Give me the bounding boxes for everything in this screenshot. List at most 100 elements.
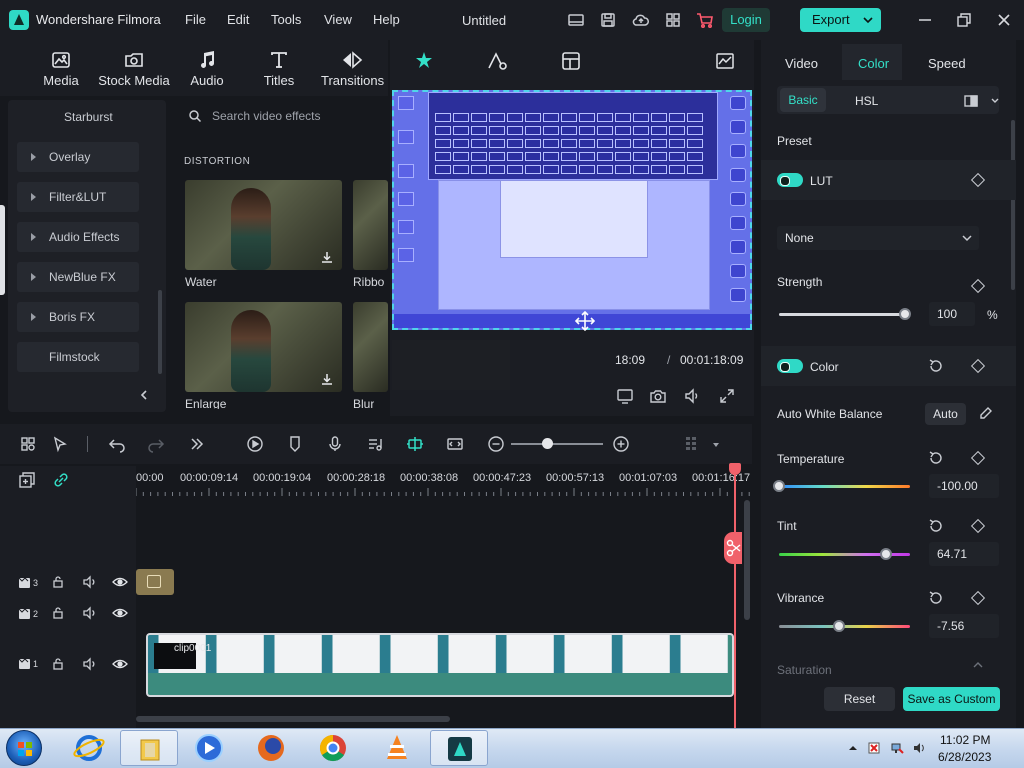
reset-button[interactable]: Reset — [824, 687, 895, 711]
tab-color[interactable]: Color — [858, 56, 889, 71]
clock-time[interactable]: 11:02 PM — [940, 733, 990, 747]
temperature-slider-track[interactable] — [779, 485, 910, 488]
more-tools-icon[interactable] — [187, 434, 207, 454]
zoom-out-icon[interactable] — [486, 434, 506, 454]
render-preview-icon[interactable] — [245, 434, 265, 454]
eye-icon[interactable] — [112, 657, 128, 671]
subtab-basic[interactable]: Basic — [780, 88, 826, 112]
templates-tab-icon[interactable] — [560, 50, 582, 72]
timeline-vertical-scrollbar[interactable] — [744, 500, 750, 620]
menu-file[interactable]: File — [185, 12, 206, 27]
close-icon[interactable] — [994, 10, 1014, 30]
tab-titles[interactable]: Titles — [259, 50, 299, 88]
tab-audio[interactable]: Audio — [186, 50, 228, 88]
select-arrow-icon[interactable] — [50, 434, 70, 454]
left-panel-handle[interactable] — [0, 205, 5, 295]
add-track-icon[interactable] — [18, 471, 36, 489]
zoom-slider-knob[interactable] — [542, 438, 553, 449]
marker-icon[interactable] — [285, 434, 305, 454]
playhead-handle[interactable] — [729, 463, 741, 475]
fullscreen-icon[interactable] — [718, 387, 736, 405]
menu-help[interactable]: Help — [373, 12, 400, 27]
media-player-icon[interactable] — [180, 730, 238, 766]
temperature-slider-knob[interactable] — [773, 480, 785, 492]
vibrance-value[interactable]: -7.56 — [929, 614, 999, 638]
sidebar-scrollbar[interactable] — [158, 290, 162, 374]
zoom-in-icon[interactable] — [611, 434, 631, 454]
sidebar-item-newblue-fx[interactable]: NewBlue FX — [17, 262, 139, 292]
effect-thumb-blur[interactable] — [353, 302, 388, 392]
fit-timeline-icon[interactable] — [445, 434, 465, 454]
chevron-down-icon[interactable] — [710, 440, 722, 450]
temperature-value[interactable]: -100.00 — [929, 474, 999, 498]
reset-icon[interactable] — [928, 450, 944, 466]
lock-icon[interactable] — [51, 657, 65, 671]
strength-slider-track[interactable] — [779, 313, 905, 316]
action-center-icon[interactable] — [867, 741, 881, 755]
auto-white-balance-button[interactable]: Auto — [925, 403, 966, 425]
chevron-down-icon[interactable] — [862, 13, 874, 27]
vlc-icon[interactable] — [368, 730, 426, 766]
filmora-taskbar-icon[interactable] — [430, 730, 488, 766]
lock-icon[interactable] — [51, 575, 65, 589]
link-icon[interactable] — [52, 471, 70, 489]
effect-thumb-water[interactable] — [185, 180, 342, 270]
compare-view-icon[interactable] — [964, 94, 1000, 108]
download-icon[interactable] — [320, 250, 334, 264]
grid-icon[interactable] — [663, 10, 683, 30]
eye-icon[interactable] — [112, 606, 128, 620]
speaker-icon[interactable] — [82, 575, 98, 589]
sidebar-item-overlay[interactable]: Overlay — [17, 142, 139, 172]
effect-thumb-enlarge[interactable] — [185, 302, 342, 392]
clock-date[interactable]: 6/28/2023 — [938, 750, 991, 764]
show-hidden-icons-icon[interactable] — [846, 741, 860, 755]
file-explorer-icon[interactable] — [120, 730, 178, 766]
track-height-icon[interactable] — [683, 434, 703, 454]
audio-mixer-icon[interactable] — [365, 434, 385, 454]
firefox-icon[interactable] — [242, 730, 300, 766]
chrome-icon[interactable] — [304, 730, 362, 766]
volume-icon[interactable] — [683, 387, 701, 405]
timeline-horizontal-scrollbar[interactable] — [136, 716, 450, 722]
lock-icon[interactable] — [51, 606, 65, 620]
speaker-icon[interactable] — [82, 606, 98, 620]
undo-icon[interactable] — [107, 434, 127, 454]
video-clip[interactable]: clip0001 — [146, 633, 734, 697]
layout-icon[interactable] — [566, 10, 586, 30]
tab-video[interactable]: Video — [785, 56, 818, 71]
playhead[interactable] — [734, 466, 736, 728]
snapshot-icon[interactable] — [649, 387, 667, 405]
chart-icon[interactable] — [715, 52, 735, 70]
cloud-upload-icon[interactable] — [631, 10, 651, 30]
sidebar-item-audio-effects[interactable]: Audio Effects — [17, 222, 139, 252]
display-icon[interactable] — [616, 387, 634, 405]
move-handle-icon[interactable] — [574, 310, 596, 332]
layout-grid-icon[interactable] — [18, 434, 38, 454]
redo-icon[interactable] — [146, 434, 166, 454]
login-button[interactable]: Login — [722, 8, 770, 32]
menu-view[interactable]: View — [324, 12, 352, 27]
network-icon[interactable] — [890, 741, 904, 755]
strength-value[interactable]: 100 — [929, 302, 975, 326]
reset-icon[interactable] — [928, 590, 944, 606]
internet-explorer-icon[interactable] — [60, 730, 118, 766]
sidebar-item-filter-lut[interactable]: Filter&LUT — [17, 182, 139, 212]
tab-media[interactable]: Media — [40, 50, 82, 88]
restore-icon[interactable] — [954, 10, 974, 30]
save-icon[interactable] — [598, 10, 618, 30]
sidebar-header[interactable]: Starburst — [64, 110, 113, 124]
search-input[interactable] — [212, 108, 372, 124]
collapse-sidebar-icon[interactable] — [137, 388, 151, 402]
snap-icon[interactable] — [405, 434, 425, 454]
chevron-down-icon[interactable] — [961, 232, 973, 244]
stickers-tab-icon[interactable] — [485, 50, 509, 72]
zoom-slider-track[interactable] — [511, 443, 603, 445]
color-toggle[interactable] — [777, 359, 803, 373]
chevron-up-icon[interactable] — [972, 660, 984, 670]
lut-select[interactable]: None — [777, 226, 979, 250]
reset-icon[interactable] — [928, 358, 944, 374]
tab-transitions[interactable]: Transitions — [321, 50, 384, 88]
panel-scrollbar[interactable] — [1011, 120, 1015, 290]
sidebar-item-filmstock[interactable]: Filmstock — [17, 342, 139, 372]
sidebar-item-boris-fx[interactable]: Boris FX — [17, 302, 139, 332]
